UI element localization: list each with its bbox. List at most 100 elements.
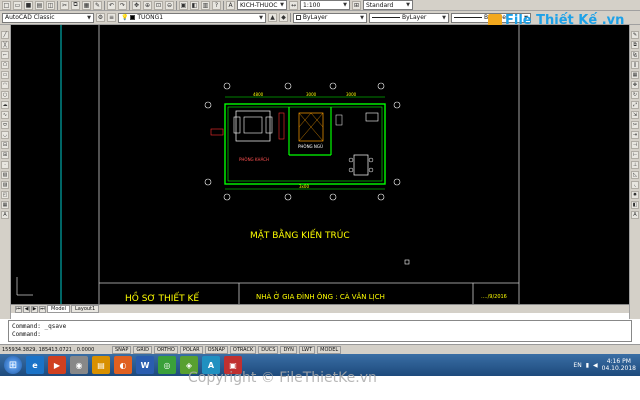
- line-icon[interactable]: ╱: [1, 31, 9, 39]
- array-icon[interactable]: ▦: [631, 71, 639, 79]
- offset-icon[interactable]: ∥: [631, 61, 639, 69]
- tab-layout1[interactable]: Layout1: [71, 305, 100, 313]
- zoom-realtime-icon[interactable]: ⊕: [143, 0, 152, 10]
- construction-line-icon[interactable]: ╳: [1, 41, 9, 49]
- word-icon[interactable]: W: [136, 356, 154, 374]
- command-prompt[interactable]: Command:: [12, 331, 628, 339]
- rotate-icon[interactable]: ↻: [631, 91, 639, 99]
- redo-icon[interactable]: ↷: [118, 0, 127, 10]
- point-icon[interactable]: ·: [1, 161, 9, 169]
- hatch-icon[interactable]: ▧: [1, 171, 9, 179]
- make-current-icon[interactable]: ▲: [268, 13, 277, 22]
- move-icon[interactable]: ✥: [631, 81, 639, 89]
- start-button[interactable]: ⊞: [4, 356, 22, 374]
- help-icon[interactable]: ?: [212, 0, 221, 10]
- text-edit-icon[interactable]: A: [631, 211, 639, 219]
- arc-icon[interactable]: ◠: [1, 81, 9, 89]
- prev-tab-icon[interactable]: ◀: [23, 305, 30, 313]
- undo-icon[interactable]: ↶: [107, 0, 116, 10]
- revision-cloud-icon[interactable]: ☁: [1, 101, 9, 109]
- dim-style-select[interactable]: KICH-THUOC ▼: [237, 0, 287, 10]
- command-line[interactable]: Command: _qsave Command:: [8, 320, 632, 342]
- ortho-toggle[interactable]: ORTHO: [154, 345, 178, 354]
- workspace-settings-icon[interactable]: ⚙: [96, 13, 105, 22]
- insert-block-icon[interactable]: ⊟: [1, 141, 9, 149]
- osnap-toggle[interactable]: OSNAP: [204, 345, 228, 354]
- trim-icon[interactable]: ✂: [631, 121, 639, 129]
- tab-model[interactable]: Model: [47, 305, 71, 313]
- draw-order-icon[interactable]: ◧: [631, 201, 639, 209]
- snap-toggle[interactable]: SNAP: [112, 345, 132, 354]
- copy-object-icon[interactable]: ⧉: [631, 41, 639, 49]
- preview-icon[interactable]: ◫: [46, 0, 55, 10]
- model-toggle[interactable]: MODEL: [317, 345, 342, 354]
- table-icon[interactable]: ▦: [1, 201, 9, 209]
- layer-select[interactable]: 💡 TUONG1 ▼: [118, 12, 266, 23]
- fillet-icon[interactable]: ◟: [631, 181, 639, 189]
- circle-icon[interactable]: ○: [1, 91, 9, 99]
- scale-select[interactable]: 1:100 ▼: [300, 0, 350, 10]
- tool-palettes-icon[interactable]: ▥: [201, 0, 210, 10]
- grid-toggle[interactable]: GRID: [133, 345, 153, 354]
- firefox-icon[interactable]: ◐: [114, 356, 132, 374]
- make-block-icon[interactable]: ⊞: [1, 151, 9, 159]
- lwt-toggle[interactable]: LWT: [298, 345, 316, 354]
- extend-icon[interactable]: ⇥: [631, 131, 639, 139]
- properties-icon[interactable]: ▣: [179, 0, 188, 10]
- network-icon[interactable]: ▮: [586, 362, 589, 369]
- ellipse-arc-icon[interactable]: ◡: [1, 131, 9, 139]
- mirror-icon[interactable]: ⧎: [631, 51, 639, 59]
- new-file-icon[interactable]: □: [2, 0, 11, 10]
- language-indicator[interactable]: EN: [573, 362, 581, 369]
- next-tab-icon[interactable]: ▶: [31, 305, 38, 313]
- paste-icon[interactable]: ▦: [82, 0, 91, 10]
- chamfer-icon[interactable]: ◺: [631, 171, 639, 179]
- internet-explorer-icon[interactable]: e: [26, 356, 44, 374]
- disc-app-icon[interactable]: ◉: [70, 356, 88, 374]
- layer-manager-icon[interactable]: ≡: [107, 13, 116, 22]
- workspace-select[interactable]: AutoCAD Classic ▼: [2, 12, 94, 23]
- linetype-select[interactable]: ByLayer ▼: [369, 12, 449, 23]
- cut-icon[interactable]: ✂: [60, 0, 69, 10]
- open-file-icon[interactable]: ▭: [13, 0, 22, 10]
- table-style-icon[interactable]: ⊞: [352, 0, 361, 10]
- print-icon[interactable]: ▤: [35, 0, 44, 10]
- ellipse-icon[interactable]: ⬭: [1, 121, 9, 129]
- layer-previous-icon[interactable]: ◆: [279, 13, 288, 22]
- clock[interactable]: 4:16 PM 04.10.2018: [602, 358, 636, 372]
- media-app-icon[interactable]: ▶: [48, 356, 66, 374]
- scale-icon[interactable]: ⤢: [631, 101, 639, 109]
- chrome-icon[interactable]: ◎: [158, 356, 176, 374]
- text-style-icon[interactable]: A: [226, 0, 235, 10]
- polyline-icon[interactable]: ⌐: [1, 51, 9, 59]
- gradient-icon[interactable]: ▨: [1, 181, 9, 189]
- drawing-canvas[interactable]: 4800 3000 3000 PHÒNG KHÁCH PHÒNG NGỦ 3x0…: [11, 25, 629, 304]
- erase-icon[interactable]: ✎: [631, 31, 639, 39]
- first-tab-icon[interactable]: ⏮: [15, 305, 22, 313]
- match-properties-icon[interactable]: ✎: [93, 0, 102, 10]
- break-at-point-icon[interactable]: ⊣: [631, 141, 639, 149]
- otrack-toggle[interactable]: OTRACK: [229, 345, 257, 354]
- spline-icon[interactable]: ∿: [1, 111, 9, 119]
- last-tab-icon[interactable]: ⏭: [39, 305, 46, 313]
- polygon-icon[interactable]: ⬠: [1, 61, 9, 69]
- zoom-window-icon[interactable]: ⊡: [154, 0, 163, 10]
- volume-icon[interactable]: ◀: [593, 362, 598, 369]
- pan-icon[interactable]: ✥: [132, 0, 141, 10]
- text-style-select[interactable]: Standard ▼: [363, 0, 413, 10]
- ducs-toggle[interactable]: DUCS: [258, 345, 279, 354]
- region-icon[interactable]: ◰: [1, 191, 9, 199]
- design-center-icon[interactable]: ◧: [190, 0, 199, 10]
- stretch-icon[interactable]: ⇲: [631, 111, 639, 119]
- dyn-toggle[interactable]: DYN: [280, 345, 297, 354]
- file-explorer-icon[interactable]: ▤: [92, 356, 110, 374]
- multiline-text-icon[interactable]: A: [1, 211, 9, 219]
- dim-style-icon[interactable]: ↔: [289, 0, 298, 10]
- rectangle-icon[interactable]: ▭: [1, 71, 9, 79]
- copy-icon[interactable]: ⧉: [71, 0, 80, 10]
- explode-icon[interactable]: ✸: [631, 191, 639, 199]
- zoom-previous-icon[interactable]: ⊖: [165, 0, 174, 10]
- save-icon[interactable]: ■: [24, 0, 33, 10]
- break-icon[interactable]: ⊢: [631, 151, 639, 159]
- join-icon[interactable]: ⊥: [631, 161, 639, 169]
